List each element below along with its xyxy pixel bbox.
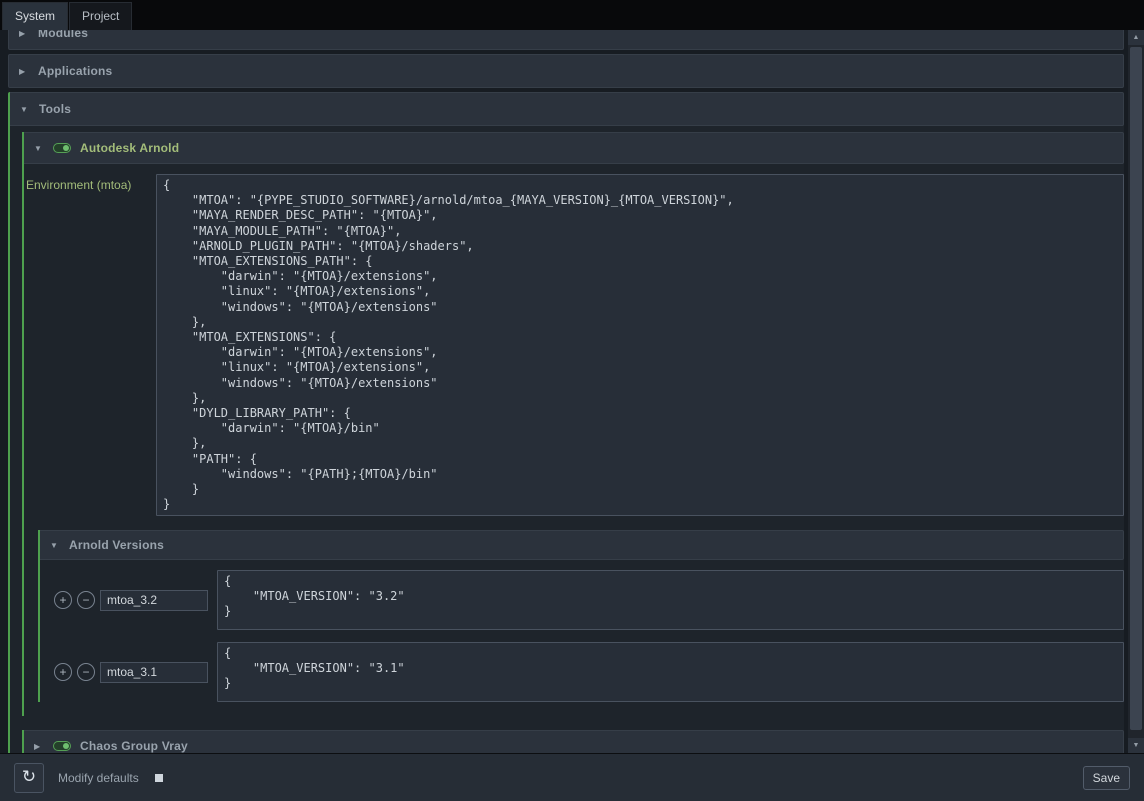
section-chaos-group-vray-header[interactable]: ▶ Chaos Group Vray: [24, 730, 1124, 753]
caret-down-icon: ▼: [34, 144, 44, 153]
arnold-versions-body: + − { "MTOA_VERSION": "3.2" } + −: [40, 570, 1124, 702]
section-arnold-versions-label: Arnold Versions: [69, 538, 164, 552]
scroll-down-button[interactable]: ▼: [1128, 738, 1144, 753]
settings-window: System Project ▶ Modules ▶ Applications: [0, 0, 1144, 801]
section-modules: ▶ Modules: [8, 30, 1124, 50]
section-modules-label: Modules: [38, 30, 88, 40]
environment-field-row: Environment (mtoa) { "MTOA": "{PYPE_STUD…: [26, 174, 1124, 516]
scrollbar-thumb[interactable]: [1130, 47, 1142, 730]
section-tools-body: ▼ Autodesk Arnold Environment (mtoa) { "…: [10, 126, 1124, 753]
version-value-textarea[interactable]: { "MTOA_VERSION": "3.1" }: [217, 642, 1124, 702]
version-key-input[interactable]: [100, 590, 208, 611]
refresh-button[interactable]: ↻: [14, 763, 44, 793]
remove-version-button[interactable]: −: [77, 663, 95, 681]
section-chaos-group-vray-label: Chaos Group Vray: [80, 739, 188, 753]
tab-project[interactable]: Project: [69, 2, 132, 30]
caret-right-icon: ▶: [34, 742, 44, 751]
modify-defaults-label: Modify defaults: [58, 771, 139, 785]
tabbar: System Project: [0, 0, 1144, 30]
caret-down-icon: ▼: [50, 541, 60, 550]
vertical-scrollbar[interactable]: ▲ ▼: [1128, 30, 1144, 753]
tab-system[interactable]: System: [2, 2, 68, 30]
save-button[interactable]: Save: [1083, 766, 1130, 790]
section-tools-header[interactable]: ▼ Tools: [10, 92, 1124, 126]
environment-mtoa-label: Environment (mtoa): [26, 174, 148, 192]
section-applications-header[interactable]: ▶ Applications: [8, 54, 1124, 88]
section-modules-header[interactable]: ▶ Modules: [8, 30, 1124, 50]
version-key-input[interactable]: [100, 662, 208, 683]
section-tools: ▼ Tools ▼ Autodesk Arnold Environ: [8, 92, 1124, 753]
section-autodesk-arnold: ▼ Autodesk Arnold Environment (mtoa) { "…: [22, 132, 1124, 716]
main-area: ▶ Modules ▶ Applications ▼ Tools: [0, 30, 1144, 753]
modify-defaults-checkbox[interactable]: [155, 774, 163, 782]
add-version-button[interactable]: +: [54, 591, 72, 609]
caret-right-icon: ▶: [19, 30, 29, 38]
caret-down-icon: ▼: [20, 105, 30, 114]
section-tools-label: Tools: [39, 102, 71, 116]
footer-bar: ↻ Modify defaults Save: [0, 753, 1144, 801]
section-arnold-versions-header[interactable]: ▼ Arnold Versions: [40, 530, 1124, 560]
section-autodesk-arnold-header[interactable]: ▼ Autodesk Arnold: [24, 132, 1124, 164]
remove-version-button[interactable]: −: [77, 591, 95, 609]
scrollbar-track[interactable]: [1128, 45, 1144, 738]
scroll-up-button[interactable]: ▲: [1128, 30, 1144, 45]
section-applications: ▶ Applications: [8, 54, 1124, 88]
add-version-button[interactable]: +: [54, 663, 72, 681]
environment-mtoa-textarea[interactable]: { "MTOA": "{PYPE_STUDIO_SOFTWARE}/arnold…: [156, 174, 1124, 516]
refresh-icon: ↻: [22, 769, 36, 786]
enabled-toggle-icon[interactable]: [53, 143, 71, 153]
version-row-mtoa-3-2: + − { "MTOA_VERSION": "3.2" }: [54, 570, 1124, 630]
settings-scroll-area: ▶ Modules ▶ Applications ▼ Tools: [0, 30, 1128, 753]
section-applications-label: Applications: [38, 64, 112, 78]
section-arnold-versions: ▼ Arnold Versions + − { "MTOA_VERSION": …: [38, 530, 1124, 702]
enabled-toggle-icon[interactable]: [53, 741, 71, 751]
version-value-textarea[interactable]: { "MTOA_VERSION": "3.2" }: [217, 570, 1124, 630]
version-row-mtoa-3-1: + − { "MTOA_VERSION": "3.1" }: [54, 642, 1124, 702]
section-autodesk-arnold-body: Environment (mtoa) { "MTOA": "{PYPE_STUD…: [24, 164, 1124, 716]
section-chaos-group-vray: ▶ Chaos Group Vray: [22, 730, 1124, 753]
caret-right-icon: ▶: [19, 67, 29, 76]
section-autodesk-arnold-label: Autodesk Arnold: [80, 141, 179, 155]
